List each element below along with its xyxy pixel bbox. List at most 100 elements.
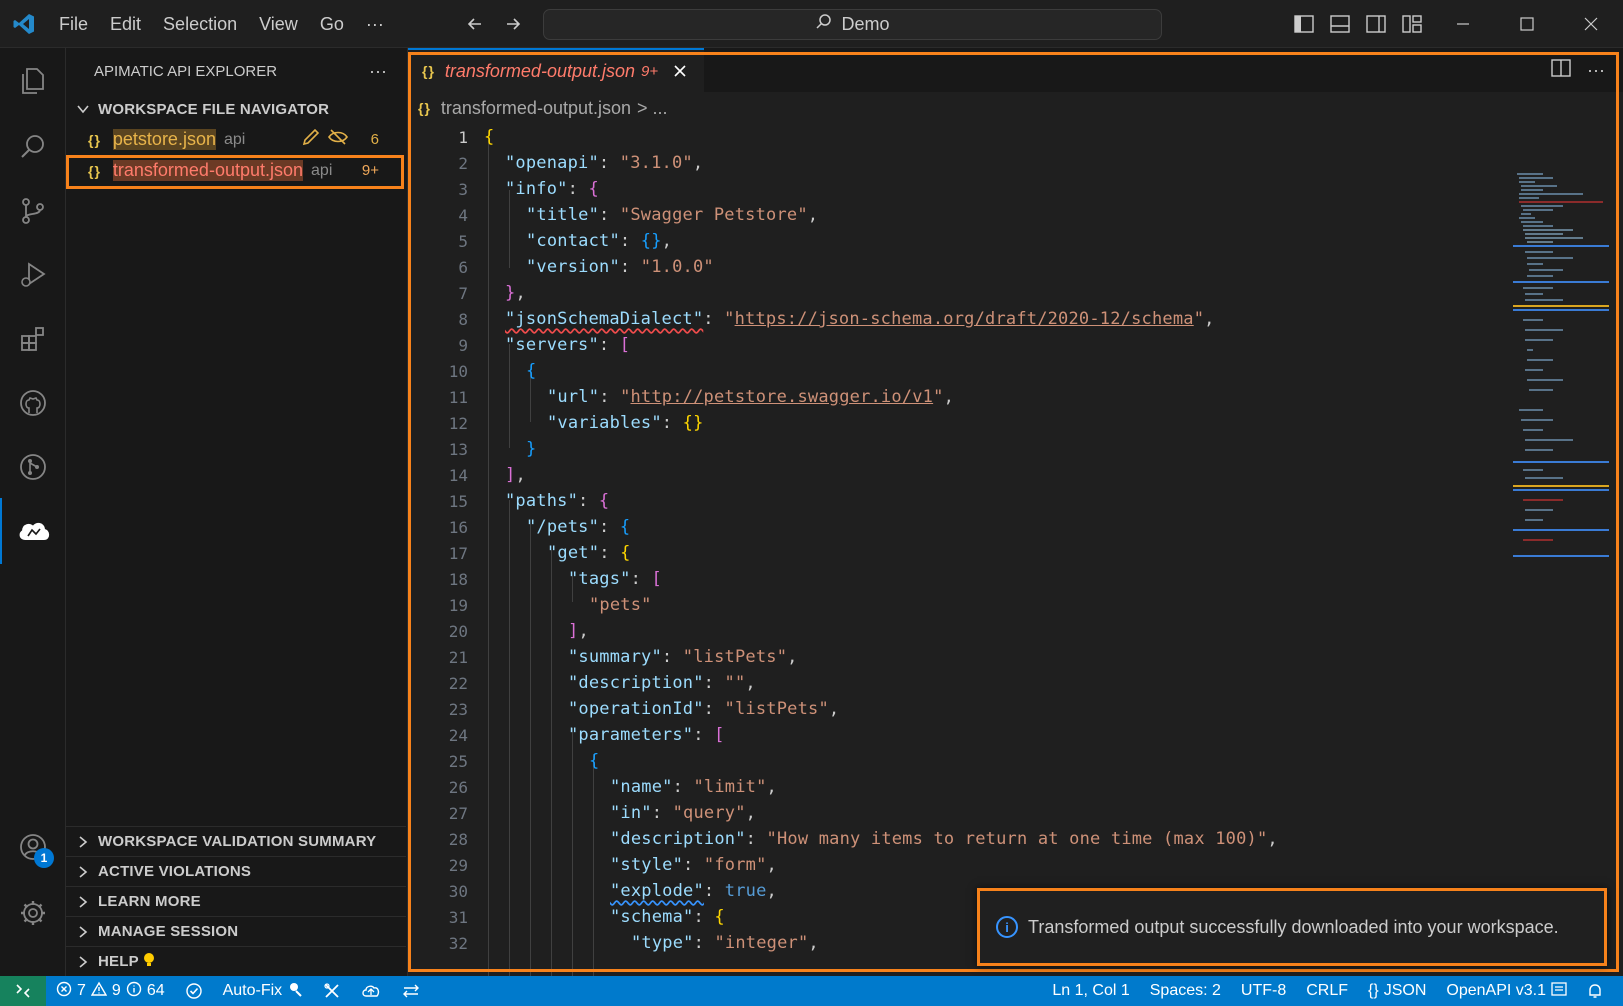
search-icon[interactable] [0, 114, 66, 180]
file-item-desc: api [223, 130, 246, 148]
command-center-search[interactable]: Demo [543, 9, 1162, 40]
breadcrumb-file[interactable]: transformed-output.json [441, 98, 631, 119]
menu-go[interactable]: Go [309, 0, 355, 48]
section-learn-more[interactable]: LEARN MORE [66, 886, 406, 916]
menu-edit[interactable]: Edit [99, 0, 152, 48]
code-line: 14], [448, 465, 526, 485]
sidebar-more-button[interactable]: ··· [369, 61, 387, 82]
json-file-icon: {} [88, 131, 101, 148]
chevron-right-icon [74, 865, 92, 879]
toggle-panel-icon[interactable] [1328, 12, 1352, 36]
maximize-icon[interactable] [1495, 0, 1559, 48]
notifications-bell-icon[interactable] [1577, 976, 1613, 1006]
indentation[interactable]: Spaces: 2 [1140, 976, 1231, 1006]
workspace-file-navigator-header[interactable]: WORKSPACE FILE NAVIGATOR [66, 94, 407, 124]
chevron-down-icon [74, 102, 92, 116]
info-icon: i [996, 916, 1018, 938]
minimize-icon[interactable] [1431, 0, 1495, 48]
file-item-petstore[interactable]: {} petstore.json api 6 [66, 124, 407, 155]
toggle-primary-sidebar-icon[interactable] [1292, 12, 1316, 36]
forward-arrow-icon[interactable] [501, 12, 525, 36]
explorer-icon[interactable] [0, 48, 66, 114]
problems-indicator[interactable]: 7 9 64 [46, 976, 175, 1006]
code-line: 8 "jsonSchemaDialect": "https://json-sche… [458, 309, 1215, 329]
code-line: 21 "summary": "listPets", [448, 647, 798, 667]
close-icon[interactable] [670, 61, 690, 81]
code-editor[interactable]: 1{ 2 "openapi": "3.1.0", 3 "info": { 4 "tit… [408, 124, 1623, 976]
edit-pencil-icon[interactable] [301, 127, 321, 152]
json-file-icon: {} [88, 162, 101, 179]
code-line: 2 "openapi": "3.1.0", [458, 153, 704, 173]
code-line: 23 "operationId": "listPets", [448, 699, 840, 719]
split-editor-icon[interactable] [1551, 58, 1571, 82]
toggle-secondary-sidebar-icon[interactable] [1364, 12, 1388, 36]
code-line: 30 "explode": true, [448, 881, 777, 901]
chevron-right-icon [74, 835, 92, 849]
code-line: 20], [448, 621, 589, 641]
check-circle-icon[interactable] [175, 976, 213, 1006]
tools-icon[interactable] [313, 976, 351, 1006]
code-line: 31 "schema": { [448, 907, 725, 927]
minimap[interactable] [1513, 170, 1609, 570]
apimatic-cloud-icon[interactable] [0, 498, 66, 564]
run-debug-icon[interactable] [0, 242, 66, 308]
customize-layout-icon[interactable] [1400, 12, 1424, 36]
chevron-right-icon [74, 925, 92, 939]
accounts-badge: 1 [34, 848, 54, 868]
file-problem-count: 9+ [361, 162, 379, 179]
search-icon [815, 13, 833, 36]
cursor-position[interactable]: Ln 1, Col 1 [1042, 976, 1139, 1006]
section-workspace-validation-summary[interactable]: WORKSPACE VALIDATION SUMMARY [66, 826, 406, 856]
github-icon[interactable] [0, 370, 66, 436]
end-of-line[interactable]: CRLF [1296, 976, 1358, 1006]
encoding[interactable]: UTF-8 [1231, 976, 1296, 1006]
code-line: 5 "contact": {}, [458, 231, 673, 251]
apimatic-sidebar: APIMATIC API EXPLORER ··· WORKSPACE FILE… [66, 48, 408, 976]
editor-more-actions-icon[interactable]: ··· [1587, 60, 1605, 81]
accounts-icon[interactable]: 1 [0, 814, 66, 880]
menu-selection[interactable]: Selection [152, 0, 248, 48]
tab-problem-count: 9+ [641, 62, 659, 80]
source-control-icon[interactable] [0, 178, 66, 244]
git-graph-icon[interactable] [0, 434, 66, 500]
extensions-icon[interactable] [0, 306, 66, 372]
autofix-button[interactable]: Auto-Fix [213, 976, 314, 1006]
status-bar: 7 9 64 Auto-Fix Ln 1, Col 1 Spaces: 2 UT… [0, 976, 1623, 1006]
file-problem-count: 6 [370, 131, 379, 148]
back-arrow-icon[interactable] [463, 12, 487, 36]
menu-file[interactable]: File [48, 0, 99, 48]
code-line: 16 "/pets": { [448, 517, 631, 537]
code-line: 24 "parameters": [ [448, 725, 725, 745]
file-item-name: petstore.json [112, 129, 216, 150]
close-window-icon[interactable] [1559, 0, 1623, 48]
remote-indicator-icon[interactable] [0, 976, 46, 1006]
code-line: 11 "url": "http://petstore.swagger.io/v1"… [448, 387, 954, 407]
command-center-label: Demo [841, 14, 890, 34]
eye-closed-icon[interactable] [327, 127, 349, 152]
json-file-icon: {} [422, 63, 435, 79]
notification-message: Transformed output successfully download… [1028, 916, 1559, 937]
menu-view[interactable]: View [248, 0, 309, 48]
code-line: 13} [448, 439, 537, 459]
vscode-logo-icon [0, 0, 48, 48]
language-mode[interactable]: {} JSON [1358, 976, 1436, 1006]
section-active-violations[interactable]: ACTIVE VIOLATIONS [66, 856, 406, 886]
swap-arrows-icon[interactable] [391, 976, 431, 1006]
title-bar: File Edit Selection View Go ··· Demo [0, 0, 1623, 48]
openapi-version[interactable]: OpenAPI v3.1 [1436, 976, 1577, 1006]
code-line: 10{ [448, 361, 537, 381]
code-line: 29 "style": "form", [448, 855, 777, 875]
section-manage-session[interactable]: MANAGE SESSION [66, 916, 406, 946]
notification-toast[interactable]: i Transformed output successfully downlo… [977, 888, 1607, 966]
code-line: 3 "info": { [458, 179, 599, 199]
cloud-sync-icon[interactable] [351, 976, 391, 1006]
section-help[interactable]: HELP [66, 946, 406, 976]
tab-transformed-output[interactable]: {} transformed-output.json 9+ [408, 48, 705, 92]
file-item-transformed-output[interactable]: {} transformed-output.json api 9+ [66, 155, 407, 189]
tab-label: transformed-output.json [444, 60, 636, 81]
gear-icon[interactable] [0, 880, 66, 946]
wand-icon [287, 981, 303, 1002]
breadcrumb-rest[interactable]: > ... [637, 98, 668, 119]
lightbulb-icon [143, 952, 155, 972]
menu-more[interactable]: ··· [355, 0, 395, 48]
